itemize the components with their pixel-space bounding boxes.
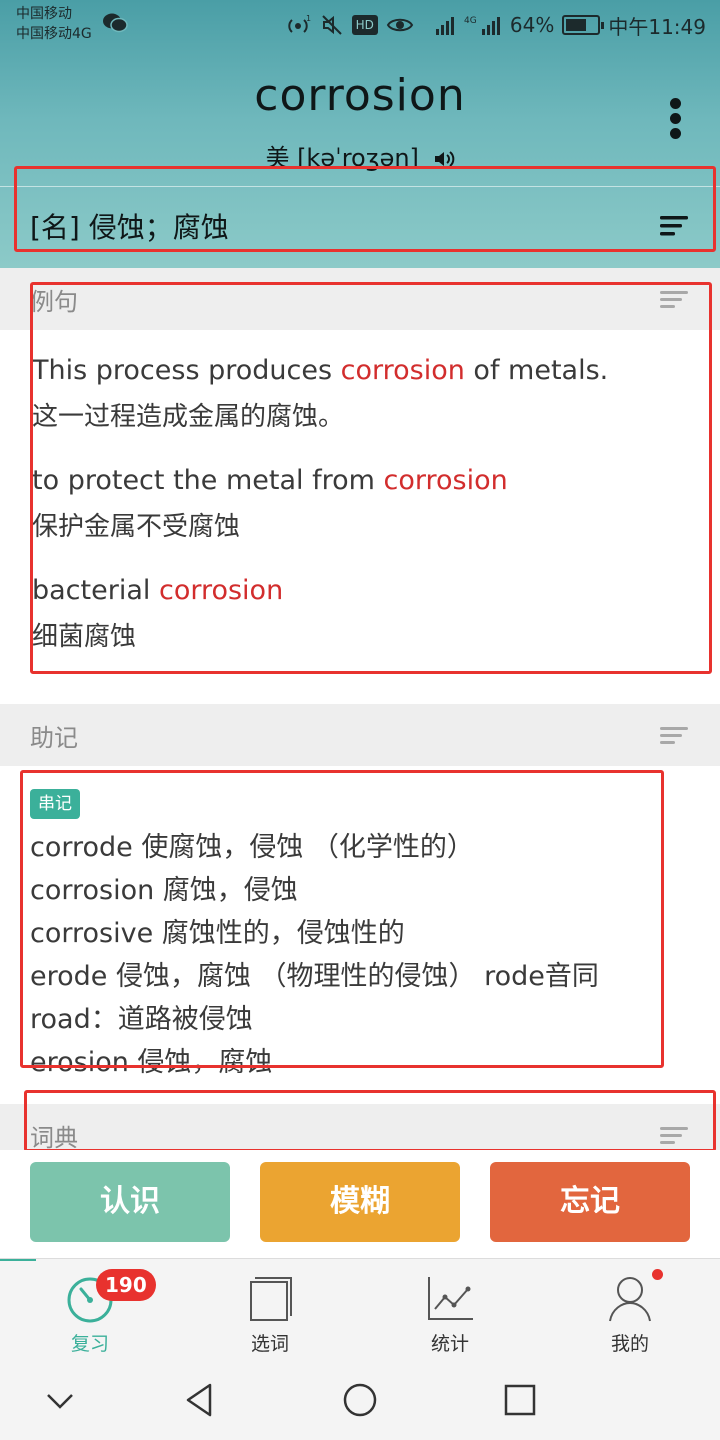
tab-mine-label: 我的 [610, 1333, 649, 1355]
know-button[interactable]: 认识 [30, 1162, 230, 1242]
review-count-badge: 190 [96, 1269, 156, 1301]
carrier-info: 中国移动 中国移动4G [16, 4, 92, 44]
tab-review[interactable]: 190 复习 [0, 1259, 180, 1361]
notification-dot [652, 1269, 663, 1280]
mute-icon [321, 15, 342, 35]
svg-text:1: 1 [306, 14, 311, 23]
system-navigation-bar [0, 1360, 720, 1440]
chevron-down-icon[interactable] [40, 1380, 80, 1420]
annotation-box [14, 166, 716, 252]
annotation-box [20, 770, 664, 1068]
tab-stats[interactable]: 统计 [360, 1259, 540, 1361]
headword: corrosion [254, 70, 466, 121]
hotspot-icon: 1 [287, 14, 311, 33]
annotation-box [24, 1090, 716, 1152]
sort-icon[interactable] [660, 726, 688, 746]
action-bar: 认识 模糊 忘记 [0, 1150, 720, 1258]
tab-review-label: 复习 [70, 1333, 109, 1355]
carrier-line-2: 中国移动4G [16, 26, 92, 42]
battery-icon [562, 15, 605, 35]
carrier-line-1: 中国移动 [16, 6, 72, 22]
svg-text:4G: 4G [464, 16, 477, 26]
status-icons: 1 HD 4G 64% 中午11:49 [286, 8, 706, 42]
signal-4g-icon: 4G [464, 16, 500, 35]
status-bar: 中国移动 中国移动4G 1 HD 4G 64% 中午11:49 [0, 0, 720, 50]
book-icon [250, 1277, 292, 1321]
eye-icon [386, 18, 414, 32]
back-icon[interactable] [180, 1380, 220, 1420]
more-icon[interactable] [670, 98, 682, 139]
battery-fill [566, 19, 586, 31]
battery-percent: 64% [509, 13, 555, 37]
signal-icon [435, 17, 454, 35]
chart-icon [428, 1277, 473, 1320]
clock: 中午11:49 [608, 14, 706, 39]
wechat-icon [103, 13, 128, 33]
user-icon [609, 1277, 651, 1322]
tab-select-label: 选词 [250, 1333, 289, 1355]
annotation-box [30, 282, 712, 674]
tab-select[interactable]: 选词 [180, 1259, 360, 1361]
forget-button[interactable]: 忘记 [490, 1162, 690, 1242]
bottom-tab-bar: 190 复习 选词 统计 我的 [0, 1258, 720, 1360]
mnemonic-section-header: 助记 [0, 704, 720, 766]
tab-mine[interactable]: 我的 [540, 1259, 720, 1361]
hd-icon: HD [351, 15, 378, 35]
mnemonic-title: 助记 [30, 724, 78, 752]
recents-icon[interactable] [500, 1380, 540, 1420]
home-icon[interactable] [340, 1380, 380, 1420]
tab-stats-label: 统计 [430, 1333, 469, 1355]
vague-button[interactable]: 模糊 [260, 1162, 460, 1242]
